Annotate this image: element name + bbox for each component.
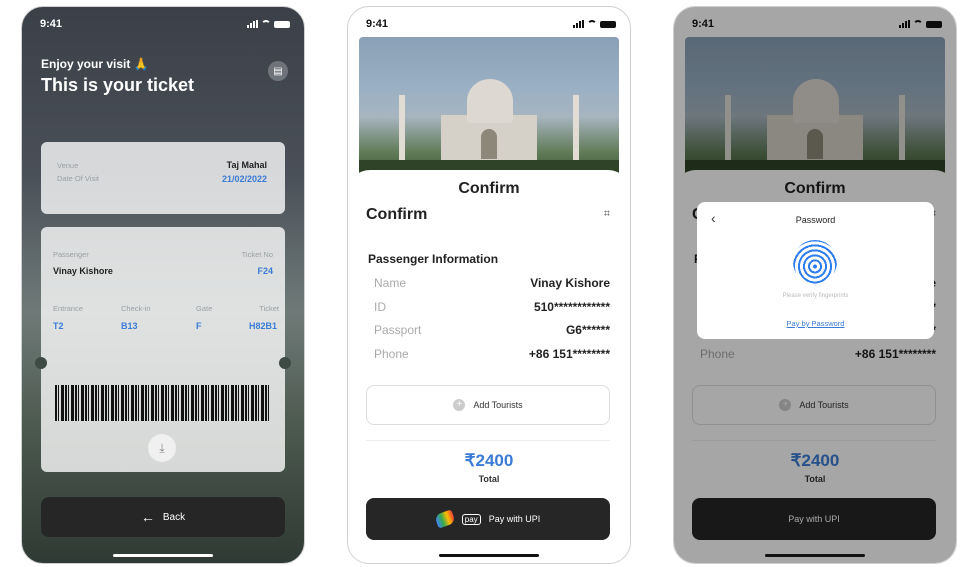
download-icon[interactable]: ⤓ [148,434,176,462]
pay-by-password-link[interactable]: Pay by Password [697,319,934,328]
pay-upi-button[interactable]: pay Pay with UPI [366,498,610,540]
divider [366,440,610,441]
page-title: Confirm [366,206,428,223]
checkin-value: B13 [121,321,138,331]
ticket-screen: 9:41 Enjoy your visit 🙏 This is your tic… [21,6,305,564]
home-indicator [113,554,213,557]
date-label: Date Of Visit [57,174,99,183]
battery-icon [274,20,290,28]
signal-icon [573,20,584,28]
scan-icon[interactable]: ⌗ [604,208,610,221]
barcode [55,385,271,421]
home-indicator [439,554,539,557]
wifi-icon [261,20,271,28]
dialog-title: Password [795,215,836,225]
page-title: This is your ticket [41,75,195,95]
ticket-value: H82B1 [248,321,277,331]
pay-badge-icon: pay [461,513,481,525]
gate-value: F [196,321,202,331]
info-row-passport: PassportG6****** [374,323,610,337]
greeting: Enjoy your visit 🙏 [41,57,149,71]
ticket-notch-left [35,357,47,369]
fingerprint-hint: Please verify fingerprints [782,293,849,299]
entrance-label: Entrance [53,304,84,313]
status-time: 9:41 [366,18,389,30]
status-bar: 9:41 [40,17,290,31]
sheet-header: Confirm [458,180,520,197]
google-pay-icon [433,509,456,529]
password-screen: 9:41 Confirm Confirm ⌗ Passenger Informa… [673,6,957,564]
ticket-no-label: Ticket No [241,250,273,259]
price: ₹2400 [464,451,514,470]
arrow-left-icon: ← [140,509,155,525]
info-row-id: ID510************ [374,300,610,314]
section-title: Passenger Information [368,252,499,266]
add-tourists-button[interactable]: + Add Tourists [366,385,610,425]
plus-icon: + [453,399,466,411]
confirm-sheet: Confirm Confirm ⌗ Passenger Information … [348,170,630,563]
battery-icon [600,20,616,28]
info-row-name: NameVinay Kishore [374,276,610,290]
password-dialog: ‹ Password Please verify fingerprints Pa… [697,202,934,339]
taj-mahal-photo [359,37,619,182]
ticket-card: Passenger Ticket No Vinay Kishore F24 En… [35,227,291,472]
home-indicator [765,554,865,557]
back-label: Back [162,511,186,523]
info-row-phone: Phone +86 151******** [374,347,610,361]
passenger-label: Passenger [53,250,89,259]
status-time: 9:41 [40,18,63,30]
date-value: 21/02/2022 [221,174,267,184]
gate-label: Gate [196,304,213,313]
ticket-label: Ticket [259,304,279,313]
document-icon[interactable]: ▤ [268,61,288,81]
fingerprint-icon[interactable] [793,240,837,284]
confirm-screen: 9:41 Confirm Confirm ⌗ Passenger Informa… [347,6,631,564]
checkin-label: Check-in [121,304,151,313]
status-bar: 9:41 [366,17,616,31]
signal-icon [247,20,258,28]
ticket-notch-right [279,357,291,369]
ticket-no-value: F24 [257,266,273,276]
wifi-icon [587,20,597,28]
total-label: Total [478,474,500,484]
passenger-value: Vinay Kishore [53,266,113,276]
entrance-value: T2 [53,321,64,331]
venue-label: Venue [57,161,79,170]
back-button[interactable]: ← Back [41,497,285,537]
visit-card: Venue Taj Mahal Date Of Visit 21/02/2022 [41,142,285,214]
venue-value: Taj Mahal [226,160,267,170]
